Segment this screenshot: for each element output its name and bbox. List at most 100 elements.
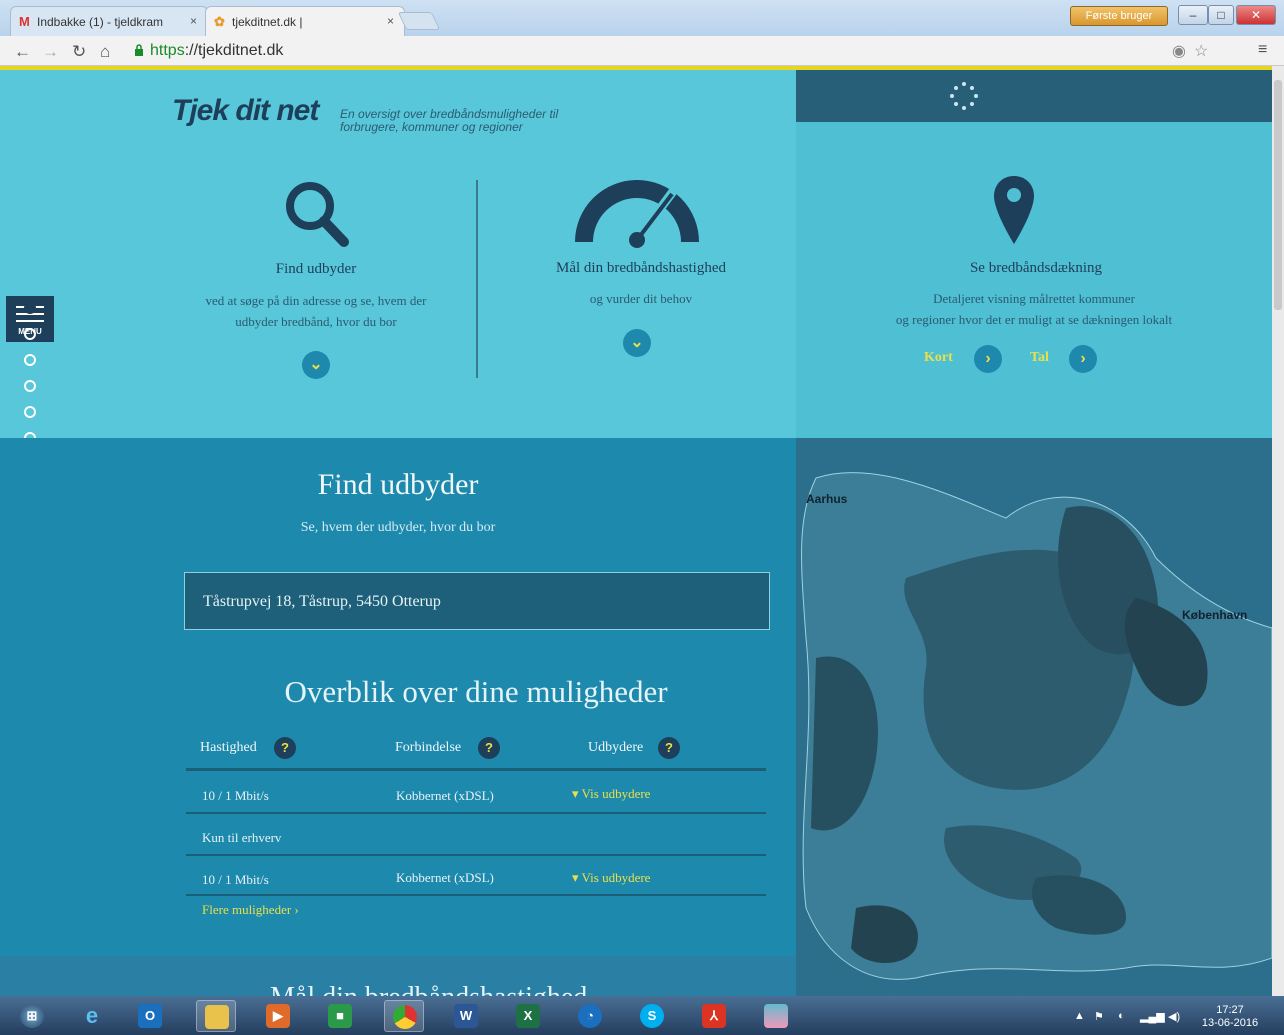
speedometer-icon xyxy=(575,180,699,248)
row-divider xyxy=(186,894,766,896)
tray-arrow-icon[interactable]: ▲ xyxy=(1074,1010,1085,1022)
taskbar-chrome[interactable] xyxy=(384,1000,424,1032)
section-dot-4[interactable] xyxy=(24,380,36,392)
taskbar-media[interactable]: ▶ xyxy=(258,1000,298,1032)
tal-link[interactable]: Tal xyxy=(1030,350,1049,366)
user-profile-button[interactable]: Første bruger xyxy=(1070,6,1168,26)
site-favicon-icon: ✿ xyxy=(214,14,225,29)
taskbar-app2[interactable]: ◔ xyxy=(570,1000,610,1032)
browser-tab-strip: M Indbakke (1) - tjeldkram × ✿ tjekditne… xyxy=(0,0,1284,36)
denmark-map-image xyxy=(801,472,1272,980)
taskbar-outlook[interactable]: O xyxy=(130,1000,170,1032)
flere-muligheder-link[interactable]: Flere muligheder › xyxy=(202,902,299,918)
map-label-aarhus: Aarhus xyxy=(806,492,848,506)
taskbar-explorer[interactable] xyxy=(196,1000,236,1032)
minimize-button[interactable]: – xyxy=(1178,5,1208,25)
taskbar-app[interactable]: ■ xyxy=(320,1000,360,1032)
maximize-button[interactable]: □ xyxy=(1208,5,1234,25)
row1-connection: Kobbernet (xDSL) xyxy=(396,788,494,803)
tray-volume-icon[interactable]: ◀) xyxy=(1168,1010,1180,1023)
new-tab-button[interactable] xyxy=(397,12,441,30)
taskbar-photos[interactable] xyxy=(756,1000,796,1032)
section-dot-3[interactable] xyxy=(24,354,36,366)
skype-icon: S xyxy=(640,1004,664,1028)
daekning-heading: Se bredbåndsdækning xyxy=(969,260,1103,276)
find-udbyder-desc: ved at søge på din adresse og se, hvem d… xyxy=(205,293,427,329)
row3-vis-udbydere-link[interactable]: ▾ Vis udbydere xyxy=(572,870,650,886)
site-tagline: En oversigt over bredbåndsmuligheder til… xyxy=(340,107,559,134)
tal-arrow-button[interactable]: › xyxy=(1069,345,1097,373)
address-bar: ← → ↻ ⌂ https://tjekditnet.dk ◉ ☆ ≡ xyxy=(0,36,1284,66)
home-icon[interactable]: ⌂ xyxy=(100,42,110,62)
help-hastighed-icon[interactable]: ? xyxy=(274,737,296,759)
tray-signal-icon[interactable]: ▂▄▆ xyxy=(1140,1010,1165,1023)
maal-hastighed-heading: Mål din bredbåndshastighed xyxy=(556,260,726,276)
map-pin-icon xyxy=(994,176,1034,244)
tab-label: tjekditnet.dk | xyxy=(232,15,303,29)
outlook-icon: O xyxy=(138,1004,162,1028)
url-field[interactable]: https://tjekditnet.dk xyxy=(150,42,283,60)
taskbar-clock[interactable]: 17:27 13-06-2016 xyxy=(1200,1004,1260,1030)
help-udbydere-icon[interactable]: ? xyxy=(658,737,680,759)
taskbar-word[interactable]: W xyxy=(446,1000,486,1032)
reload-icon[interactable]: ↻ xyxy=(72,42,86,62)
accent-stripe xyxy=(0,66,1284,70)
taskbar-acrobat[interactable]: ⅄ xyxy=(694,1000,734,1032)
tab-tjekditnet[interactable]: ✿ tjekditnet.dk | × xyxy=(205,6,405,36)
taskbar-skype[interactable]: S xyxy=(632,1000,672,1032)
close-window-button[interactable]: ✕ xyxy=(1236,5,1276,25)
network-app-icon: ◔ xyxy=(578,1004,602,1028)
gmail-icon: M xyxy=(19,14,30,29)
tab-label: Indbakke (1) - tjeldkram xyxy=(37,15,164,29)
find-udbyder-section: Find udbyder Se, hvem der udbyder, hvor … xyxy=(0,438,796,996)
site-logo[interactable]: Tjek dit net xyxy=(172,94,319,128)
find-title: Find udbyder xyxy=(317,468,479,501)
tray-app-icon[interactable]: ◐ xyxy=(1118,1010,1125,1022)
extension-icon[interactable]: ◉ xyxy=(1172,41,1186,61)
kort-arrow-button[interactable]: › xyxy=(974,345,1002,373)
tray-network-icon[interactable]: ⚑ xyxy=(1094,1010,1104,1023)
col-header-forbindelse: Forbindelse xyxy=(395,740,462,755)
taskbar-excel[interactable]: X xyxy=(508,1000,548,1032)
scrollbar-thumb[interactable] xyxy=(1274,80,1282,310)
photo-viewer-icon xyxy=(764,1004,788,1028)
windows-taskbar: ⊞ e O ▶ ■ W X ◔ S ⅄ xyxy=(0,996,1284,1035)
start-button[interactable]: ⊞ xyxy=(12,1000,52,1032)
word-icon: W xyxy=(454,1004,478,1028)
close-tab-icon[interactable]: × xyxy=(190,14,197,28)
taskbar-ie[interactable]: e xyxy=(72,1000,112,1032)
web-page: Tjek dit net En oversigt over bredbåndsm… xyxy=(0,66,1272,996)
coverage-map[interactable]: Aarhus København xyxy=(796,438,1272,996)
coverage-panel: Se bredbåndsdækning Detaljeret visning m… xyxy=(796,70,1272,438)
back-icon[interactable]: ← xyxy=(14,42,31,62)
column-divider xyxy=(476,180,478,378)
help-forbindelse-icon[interactable]: ? xyxy=(478,737,500,759)
chrome-icon xyxy=(393,1005,417,1029)
section-dot-1[interactable] xyxy=(24,302,36,314)
kort-link[interactable]: Kort xyxy=(924,350,953,366)
windows-logo-icon: ⊞ xyxy=(20,1004,44,1028)
forward-icon[interactable]: → xyxy=(42,42,59,62)
bookmark-star-icon[interactable]: ☆ xyxy=(1194,41,1208,61)
table-header-rule xyxy=(186,768,766,771)
daekning-desc: Detaljeret visning målrettet kommuner og… xyxy=(895,291,1173,327)
hero-section: Tjek dit net En oversigt over bredbåndsm… xyxy=(0,70,796,438)
address-search-input[interactable]: Tåstrupvej 18, Tåstrup, 5450 Otterup xyxy=(184,572,770,630)
chrome-menu-icon[interactable]: ≡ xyxy=(1258,41,1267,59)
app-icon: ■ xyxy=(328,1004,352,1028)
find-udbyder-expand-button[interactable]: ⌄ xyxy=(302,351,330,379)
section-dot-2[interactable] xyxy=(24,328,36,340)
tab-gmail[interactable]: M Indbakke (1) - tjeldkram × xyxy=(10,6,208,36)
section-dot-5[interactable] xyxy=(24,406,36,418)
search-icon xyxy=(286,182,349,247)
find-udbyder-heading: Find udbyder xyxy=(275,261,357,277)
acrobat-icon: ⅄ xyxy=(702,1004,726,1028)
row1-speed: 10 / 1 Mbit/s xyxy=(202,788,269,803)
internet-explorer-icon: e xyxy=(85,1003,99,1028)
media-player-icon: ▶ xyxy=(266,1004,290,1028)
map-label-koebenhavn: København xyxy=(1182,608,1248,622)
maal-hastighed-expand-button[interactable]: ⌄ xyxy=(623,329,651,357)
row1-vis-udbydere-link[interactable]: ▾ Vis udbydere xyxy=(572,786,650,802)
maal-hastighed-desc: og vurder dit behov xyxy=(589,291,693,306)
close-tab-icon[interactable]: × xyxy=(387,14,394,28)
